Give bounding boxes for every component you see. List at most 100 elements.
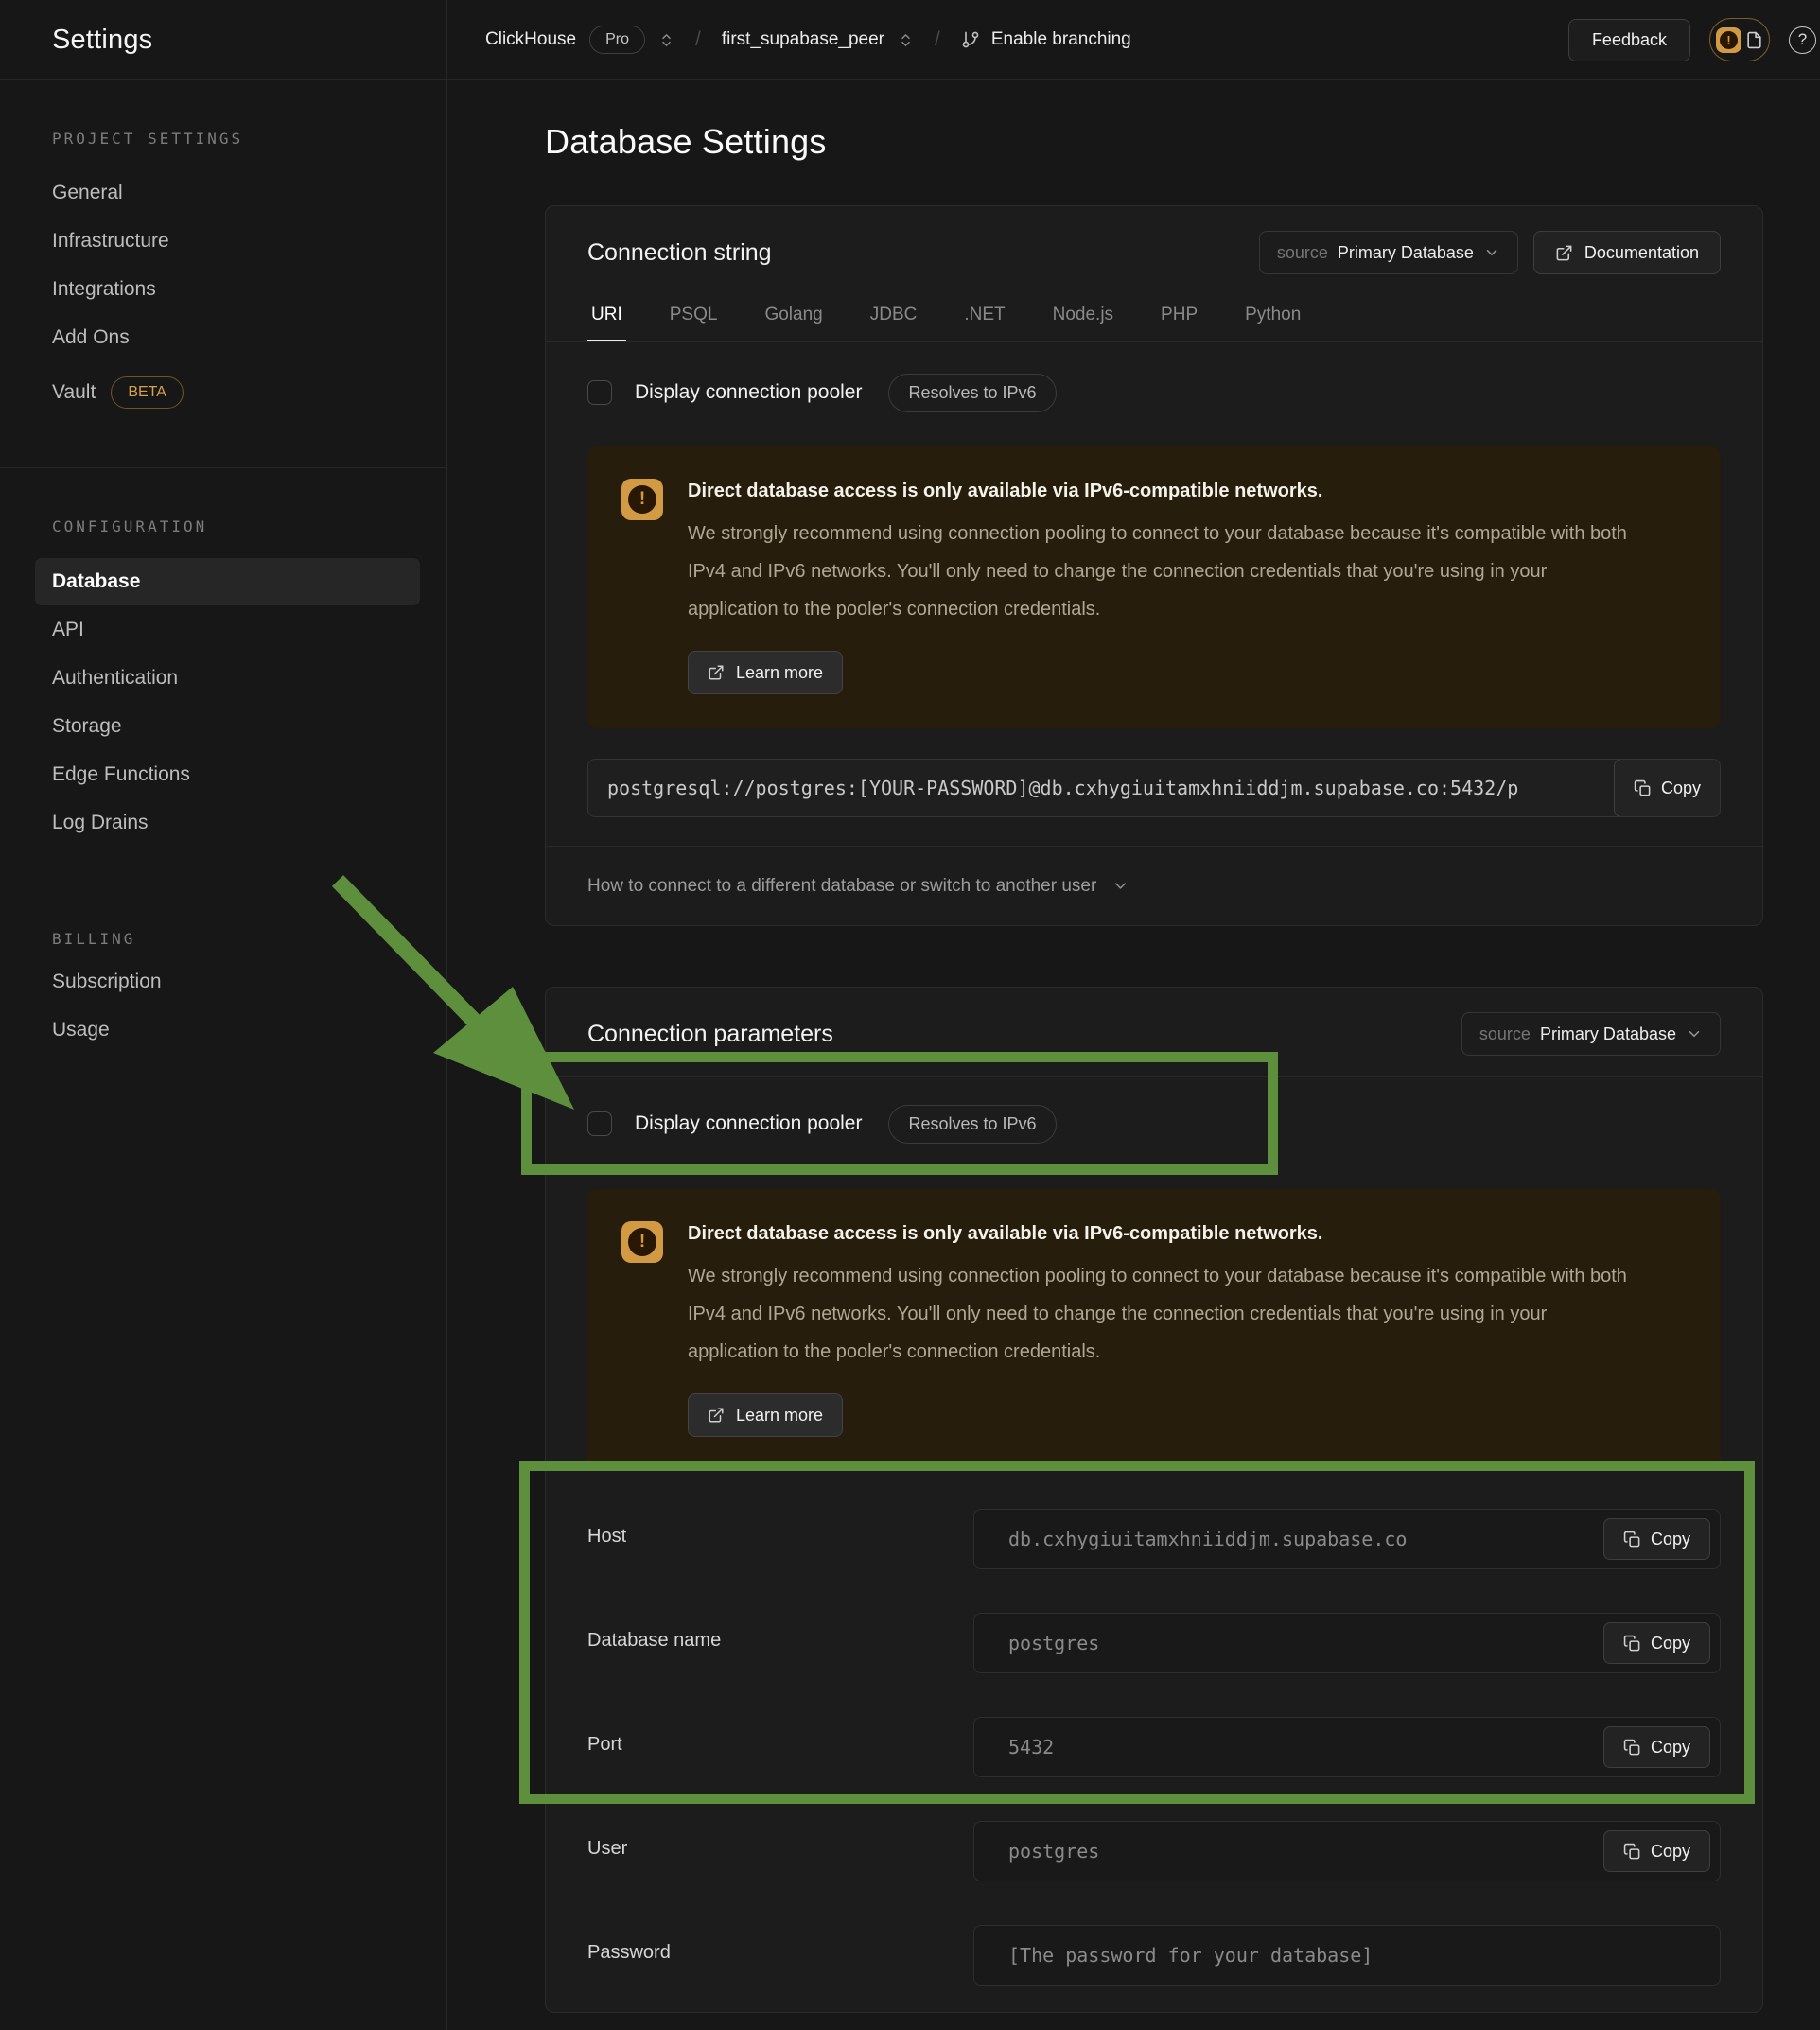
host-field: db.cxhygiuitamxhniiddjm.supabase.co Copy bbox=[973, 1509, 1721, 1569]
sidebar-divider bbox=[0, 467, 446, 468]
tab-dotnet[interactable]: .NET bbox=[960, 299, 1008, 341]
top-bar: Settings ClickHouse Pro / first_supabase… bbox=[0, 0, 1820, 80]
connection-parameters-header: Connection parameters source Primary Dat… bbox=[546, 988, 1762, 1077]
ipv6-warning: ! Direct database access is only availab… bbox=[587, 1189, 1721, 1471]
breadcrumb-separator: / bbox=[927, 28, 948, 51]
page-title: Database Settings bbox=[545, 122, 1763, 162]
copy-host-button[interactable]: Copy bbox=[1603, 1518, 1710, 1560]
param-row-password: Password [The password for your database… bbox=[587, 1925, 1721, 1986]
source-select[interactable]: source Primary Database bbox=[1259, 231, 1518, 274]
section-configuration: CONFIGURATION bbox=[52, 517, 424, 535]
tab-psql[interactable]: PSQL bbox=[666, 299, 722, 341]
learn-more-button[interactable]: Learn more bbox=[688, 1393, 843, 1437]
tab-nodejs[interactable]: Node.js bbox=[1049, 299, 1117, 341]
enable-branching-label: Enable branching bbox=[991, 29, 1131, 50]
section-project-settings: PROJECT SETTINGS bbox=[52, 130, 424, 148]
connection-string-tabs: URI PSQL Golang JDBC .NET Node.js PHP Py… bbox=[546, 291, 1762, 342]
project-switcher-icon[interactable] bbox=[898, 32, 914, 48]
connect-help-toggle[interactable]: How to connect to a different database o… bbox=[546, 846, 1762, 925]
connection-parameters-title: Connection parameters bbox=[587, 1021, 833, 1048]
beta-badge: BETA bbox=[111, 376, 184, 409]
display-connection-pooler-checkbox[interactable] bbox=[587, 380, 612, 405]
sidebar-item-add-ons[interactable]: Add Ons bbox=[52, 328, 424, 347]
external-link-icon bbox=[708, 664, 725, 681]
user-value: postgres bbox=[1008, 1840, 1099, 1863]
sidebar-item-infrastructure[interactable]: Infrastructure bbox=[52, 232, 424, 251]
tab-python[interactable]: Python bbox=[1241, 299, 1304, 341]
external-link-icon bbox=[1555, 244, 1573, 262]
help-button[interactable]: ? bbox=[1789, 26, 1816, 54]
learn-more-button[interactable]: Learn more bbox=[688, 651, 843, 694]
sidebar-item-usage[interactable]: Usage bbox=[52, 1021, 424, 1040]
enable-branching-button[interactable]: Enable branching bbox=[961, 29, 1131, 50]
warning-title: Direct database access is only available… bbox=[688, 479, 1634, 503]
sidebar-item-authentication[interactable]: Authentication bbox=[52, 669, 424, 688]
sidebar-item-subscription[interactable]: Subscription bbox=[52, 972, 424, 991]
external-link-icon bbox=[708, 1407, 725, 1424]
sidebar-item-integrations[interactable]: Integrations bbox=[52, 280, 424, 299]
changelog-icon bbox=[1745, 31, 1763, 49]
notifications-button[interactable]: ! bbox=[1709, 18, 1770, 61]
copy-uri-button[interactable]: Copy bbox=[1614, 759, 1721, 817]
port-label: Port bbox=[587, 1717, 973, 1777]
warning-icon: ! bbox=[621, 479, 663, 520]
sidebar-item-edge-functions[interactable]: Edge Functions bbox=[52, 765, 424, 784]
sidebar-item-vault[interactable]: Vault BETA bbox=[52, 376, 424, 409]
warning-body: We strongly recommend using connection p… bbox=[688, 1257, 1634, 1371]
sidebar-item-api[interactable]: API bbox=[52, 621, 424, 639]
database-name-value: postgres bbox=[1008, 1632, 1099, 1654]
port-field: 5432 Copy bbox=[973, 1717, 1721, 1777]
main-content: Database Settings Connection string sour… bbox=[447, 80, 1820, 2030]
breadcrumb-project[interactable]: first_supabase_peer bbox=[722, 29, 884, 50]
sidebar-item-general[interactable]: General bbox=[52, 184, 424, 202]
tab-uri[interactable]: URI bbox=[587, 299, 626, 341]
breadcrumb-org[interactable]: ClickHouse bbox=[485, 29, 576, 50]
topbar-actions: Feedback ! ? bbox=[1568, 18, 1820, 61]
warning-title: Direct database access is only available… bbox=[688, 1221, 1634, 1246]
connection-uri-field: postgresql://postgres:[YOUR-PASSWORD]@db… bbox=[587, 759, 1721, 817]
port-value: 5432 bbox=[1008, 1736, 1054, 1759]
copy-icon bbox=[1623, 1531, 1641, 1549]
copy-icon bbox=[1623, 1635, 1641, 1653]
source-select[interactable]: source Primary Database bbox=[1461, 1012, 1721, 1056]
copy-icon bbox=[1634, 779, 1652, 797]
resolves-to-ipv6-badge: Resolves to IPv6 bbox=[888, 1105, 1056, 1144]
chevron-down-icon bbox=[1111, 877, 1129, 895]
ipv6-warning: ! Direct database access is only availab… bbox=[587, 446, 1721, 728]
breadcrumb-separator: / bbox=[688, 28, 709, 51]
display-connection-pooler-checkbox[interactable] bbox=[587, 1111, 612, 1136]
chevron-down-icon bbox=[1483, 244, 1500, 261]
warning-icon: ! bbox=[621, 1221, 663, 1263]
param-row-database-name: Database name postgres Copy bbox=[587, 1613, 1721, 1673]
connection-string-title: Connection string bbox=[587, 239, 772, 267]
org-switcher-icon[interactable] bbox=[658, 32, 674, 48]
host-value: db.cxhygiuitamxhniiddjm.supabase.co bbox=[1008, 1528, 1407, 1550]
password-label: Password bbox=[587, 1925, 973, 1986]
feedback-button[interactable]: Feedback bbox=[1568, 19, 1690, 61]
copy-port-button[interactable]: Copy bbox=[1603, 1726, 1710, 1768]
database-name-label: Database name bbox=[587, 1613, 973, 1673]
database-name-field: postgres Copy bbox=[973, 1613, 1721, 1673]
connection-string-card: Connection string source Primary Databas… bbox=[545, 205, 1763, 926]
copy-user-button[interactable]: Copy bbox=[1603, 1830, 1710, 1872]
chevron-down-icon bbox=[1686, 1025, 1703, 1042]
user-label: User bbox=[587, 1821, 973, 1881]
tab-jdbc[interactable]: JDBC bbox=[866, 299, 921, 341]
sidebar-item-database[interactable]: Database bbox=[35, 558, 420, 605]
tab-golang[interactable]: Golang bbox=[761, 299, 826, 341]
tab-php[interactable]: PHP bbox=[1157, 299, 1201, 341]
documentation-button[interactable]: Documentation bbox=[1533, 231, 1721, 274]
copy-icon bbox=[1623, 1739, 1641, 1757]
connection-parameters-card: Connection parameters source Primary Dat… bbox=[545, 987, 1763, 2013]
password-placeholder: [The password for your database] bbox=[1008, 1944, 1373, 1967]
warning-body: We strongly recommend using connection p… bbox=[688, 515, 1634, 628]
connection-string-header: Connection string source Primary Databas… bbox=[546, 206, 1762, 291]
password-field[interactable]: [The password for your database] bbox=[973, 1925, 1721, 1986]
connection-uri-value: postgresql://postgres:[YOUR-PASSWORD]@db… bbox=[607, 777, 1518, 799]
copy-icon bbox=[1623, 1843, 1641, 1861]
user-field: postgres Copy bbox=[973, 1821, 1721, 1881]
host-label: Host bbox=[587, 1509, 973, 1569]
copy-database-name-button[interactable]: Copy bbox=[1603, 1622, 1710, 1664]
sidebar-item-storage[interactable]: Storage bbox=[52, 717, 424, 736]
sidebar-item-log-drains[interactable]: Log Drains bbox=[52, 814, 424, 832]
